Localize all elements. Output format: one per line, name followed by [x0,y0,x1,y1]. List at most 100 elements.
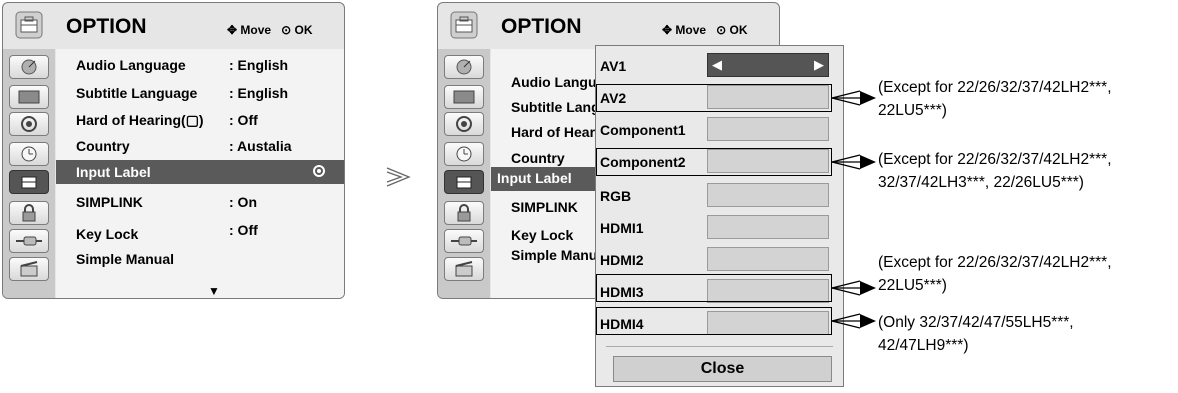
audio-speaker-icon[interactable] [9,112,49,136]
input-label-name: HDMI1 [600,220,644,236]
note-line: (Only 32/37/42/47/55LH5***, [878,314,1074,331]
menu-item-simple-manual[interactable]: Simple Manual [56,245,344,269]
item-label: Input Label [76,164,151,180]
option-icon[interactable] [444,170,484,194]
item-label-end: ) [198,112,204,128]
input-row-av1[interactable]: AV1 ◀ ▶ [596,50,843,82]
item-label: Country [76,138,130,154]
arrow-right-icon[interactable]: ▶ [814,57,824,73]
subtitle-box-icon: ▢ [185,112,199,128]
menu-item-hard-of-hearing[interactable]: Hard of Hearing(▢) : Off [56,108,344,132]
item-label: Hard of Hearin [511,124,608,140]
hint-move: Move [240,23,272,37]
item-value: : Austalia [229,138,292,154]
item-label: Subtitle Lang [511,99,600,115]
input-plug-icon[interactable] [9,229,49,253]
input-label-name: Component1 [600,122,686,138]
move-arrows-icon: ✥ [662,23,673,37]
highlight-av2 [596,84,832,112]
satellite-dish-icon[interactable] [9,55,49,79]
item-value: : On [229,194,257,210]
lock-icon[interactable] [9,201,49,225]
item-label: Subtitle Language [76,85,198,101]
note-component2: (Except for 22/26/32/37/42LH2***, 32/37/… [878,148,1112,194]
hint-move: Move [675,23,707,37]
item-value: : Off [229,112,258,128]
note-av2: (Except for 22/26/32/37/42LH2***, 22LU5*… [878,76,1112,122]
input-row-component1[interactable]: Component1 [596,114,843,146]
lock-icon[interactable] [444,201,484,225]
item-label: SIMPLINK [76,194,143,210]
item-label-text: Hard of Hearing( [76,112,186,128]
arrow-left-icon[interactable]: ◀ [712,57,722,73]
menu-item-subtitle-language[interactable]: Subtitle Language : English [56,81,344,105]
menu-title: OPTION [501,15,582,38]
highlight-component2 [596,148,832,176]
input-row-hdmi1[interactable]: HDMI1 [596,212,843,244]
selected-radio-icon [313,165,325,177]
scroll-down-icon[interactable]: ▼ [208,284,220,298]
highlight-hdmi4 [596,307,832,335]
menu-item-simplink[interactable]: SIMPLINK : On [56,190,344,214]
note-line: 22LU5***) [878,102,947,119]
item-value: : English [229,57,289,73]
input-row-rgb[interactable]: RGB [596,180,843,212]
menu-header: OPTION ✥ Move ⊙ OK [3,3,344,47]
menu-item-input-label[interactable]: Input Label [56,160,344,184]
label-field[interactable] [707,117,829,141]
audio-speaker-icon[interactable] [444,112,484,136]
satellite-dish-icon[interactable] [444,55,484,79]
ok-circle-icon: ⊙ [281,23,292,37]
menu-hint: ✥ Move ⊙ OK [227,23,313,37]
category-icon-column [438,49,490,298]
item-label: Simple Manua [511,247,606,263]
usb-clapperboard-icon[interactable] [9,257,49,281]
note-hdmi3: (Except for 22/26/32/37/42LH2***, 22LU5*… [878,251,1112,297]
highlight-hdmi3 [596,274,832,302]
picture-screen-icon[interactable] [444,85,484,109]
menu-hint: ✥ Move ⊙ OK [662,23,748,37]
item-label: Key Lock [76,226,139,242]
note-line: 22LU5***) [878,277,947,294]
move-arrows-icon: ✥ [227,23,238,37]
next-step-arrow-icon [386,167,411,187]
clock-icon[interactable] [9,142,49,166]
item-value: : English [229,85,289,101]
label-field[interactable] [707,183,829,207]
item-label: Audio Langua [511,74,605,90]
option-icon[interactable] [9,170,49,194]
clock-icon[interactable] [444,142,484,166]
item-label: Simple Manual [76,251,175,267]
item-label: SIMPLINK [511,199,578,215]
item-value: : Off [229,222,258,238]
item-label: Hard of Hearing(▢) [76,112,204,129]
note-line: 42/47LH9***) [878,337,969,354]
picture-screen-icon[interactable] [9,85,49,109]
note-line: (Except for 22/26/32/37/42LH2***, [878,254,1112,271]
divider [606,346,833,347]
note-line: (Except for 22/26/32/37/42LH2***, [878,151,1112,168]
note-hdmi4: (Only 32/37/42/47/55LH5***, 42/47LH9***) [878,311,1074,357]
hint-ok: OK [294,23,313,37]
note-line: 32/37/42LH3***, 22/26LU5***) [878,174,1084,191]
menu-title: OPTION [66,15,147,38]
item-label: Input Label [497,170,572,186]
label-selector[interactable]: ◀ ▶ [707,53,829,77]
label-field[interactable] [707,215,829,239]
input-row-hdmi2[interactable]: HDMI2 [596,244,843,276]
item-label: Audio Language [76,57,186,73]
input-label-name: AV1 [600,58,627,74]
option-briefcase-icon [13,9,45,41]
menu-content: Audio Language : English Subtitle Langua… [56,49,344,298]
usb-clapperboard-icon[interactable] [444,257,484,281]
input-label-name: HDMI2 [600,252,644,268]
menu-item-key-lock[interactable]: Key Lock : Off [56,218,344,242]
close-button[interactable]: Close [613,356,832,382]
menu-item-country[interactable]: Country : Austalia [56,134,344,158]
menu-header: OPTION ✥ Move ⊙ OK [438,3,779,47]
label-field[interactable] [707,247,829,271]
option-briefcase-icon [448,9,480,41]
note-line: (Except for 22/26/32/37/42LH2***, [878,79,1112,96]
menu-item-audio-language[interactable]: Audio Language : English [56,53,344,77]
input-plug-icon[interactable] [444,229,484,253]
